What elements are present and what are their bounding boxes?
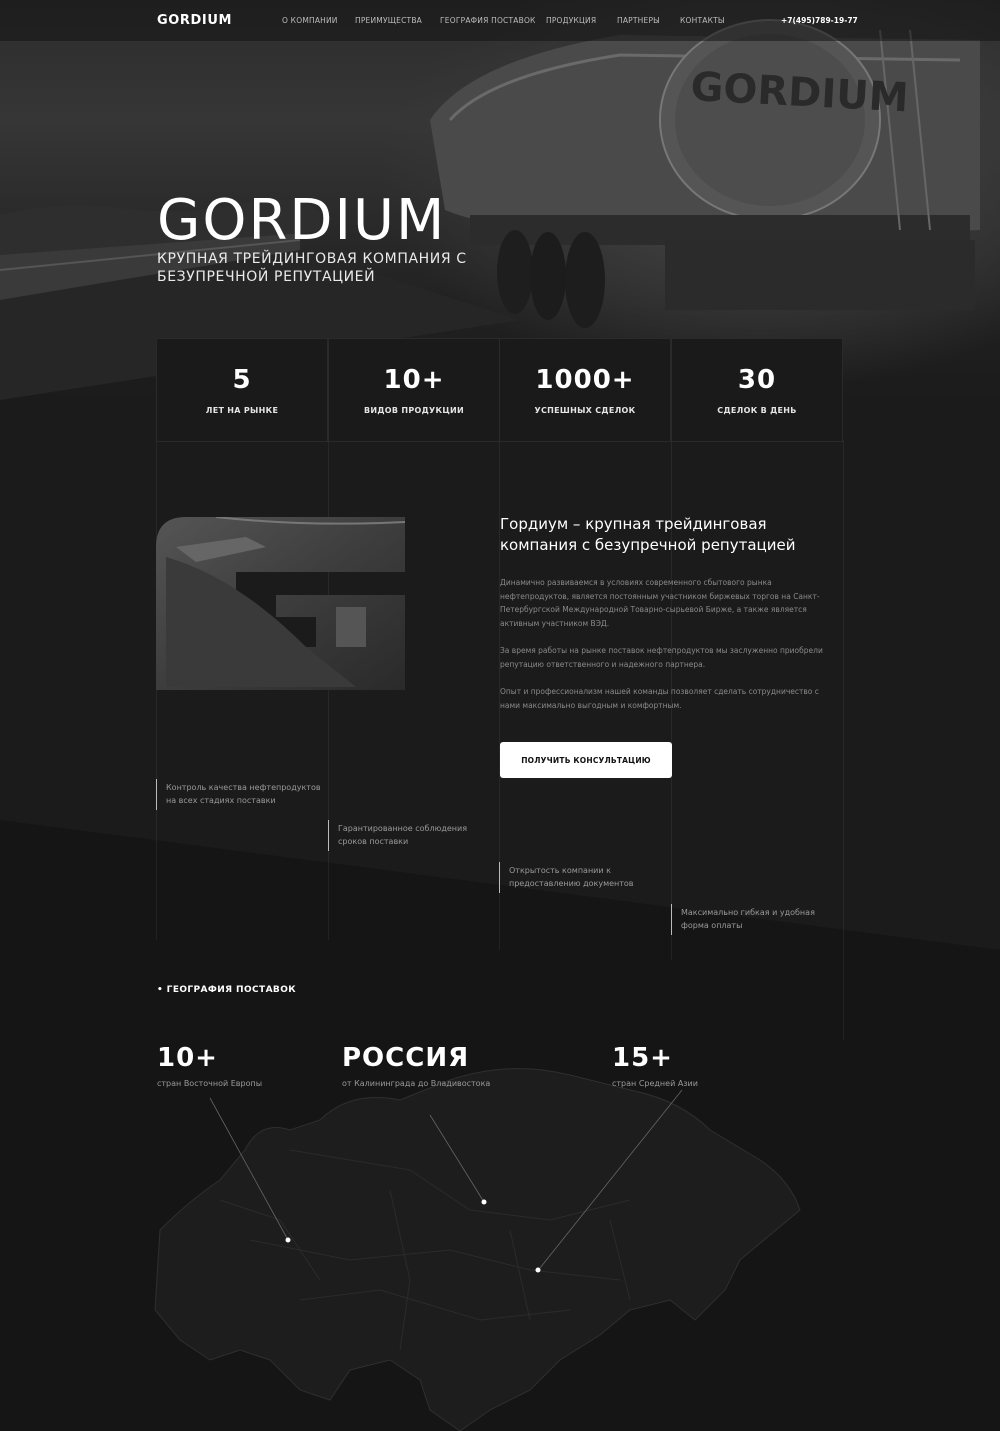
stat-label: ЛЕТ НА РЫНКЕ — [205, 406, 279, 415]
hero-title: GORDIUM — [157, 188, 447, 253]
feature-delivery-terms: Гарантированное соблюдения сроков постав… — [328, 820, 498, 851]
nav-item-advantages[interactable]: ПРЕИМУЩЕСТВА — [355, 16, 422, 25]
stat-card-years: 5 ЛЕТ НА РЫНКЕ — [156, 338, 328, 442]
stat-card-deals: 1000+ УСПЕШНЫХ СДЕЛОК — [499, 338, 671, 442]
nav-item-products[interactable]: ПРОДУКЦИЯ — [546, 16, 596, 25]
geo-desc-eastern-europe: стран Восточной Европы — [157, 1079, 263, 1088]
stat-card-products: 10+ ВИДОВ ПРОДУКЦИИ — [328, 338, 500, 442]
geo-value-russia: РОССИЯ — [342, 1043, 470, 1073]
about-paragraph: За время работы на рынке поставок нефтеп… — [500, 646, 823, 669]
about-paragraph: Опыт и профессионализм нашей команды поз… — [500, 687, 819, 710]
phone-link[interactable]: +7(495)789-19-77 — [781, 16, 858, 25]
grid-line — [156, 440, 157, 940]
stat-label: УСПЕШНЫХ СДЕЛОК — [534, 406, 636, 415]
grid-line — [328, 440, 329, 940]
stat-value: 30 — [737, 365, 777, 395]
stat-value: 1000+ — [535, 365, 635, 395]
geography-heading: • ГЕОГРАФИЯ ПОСТАВОК — [157, 985, 296, 995]
about-paragraph: Динамично развиваемся в условиях совреме… — [500, 578, 820, 628]
nav-item-partners[interactable]: ПАРТНЕРЫ — [617, 16, 660, 25]
geo-desc-central-asia: стран Средней Азии — [612, 1079, 698, 1088]
stat-label: ВИДОВ ПРОДУКЦИИ — [363, 406, 465, 415]
consultation-button[interactable]: ПОЛУЧИТЬ КОНСУЛЬТАЦИЮ — [500, 742, 672, 778]
ship-g-logo-image — [156, 517, 405, 690]
geo-value-central-asia: 15+ — [612, 1043, 673, 1073]
hero-subtitle: КРУПНАЯ ТРЕЙДИНГОВАЯ КОМПАНИЯ С БЕЗУПРЕЧ… — [157, 251, 467, 285]
nav-item-about[interactable]: О КОМПАНИИ — [282, 16, 338, 25]
geo-desc-russia: от Калининграда до Владивостока — [342, 1079, 491, 1088]
stat-value: 5 — [232, 365, 252, 395]
top-navigation: GORDIUM О КОМПАНИИ ПРЕИМУЩЕСТВА ГЕОГРАФИ… — [0, 0, 1000, 41]
geo-value-eastern-europe: 10+ — [157, 1043, 218, 1073]
stat-label: СДЕЛОК В ДЕНЬ — [717, 406, 797, 415]
feature-document-transparency: Открытость компании к предоставлению док… — [499, 862, 649, 893]
about-title: Гордиум – крупная трейдинговая компания … — [500, 515, 796, 554]
feature-payment-options: Максимально гибкая и удобная форма оплат… — [671, 904, 831, 935]
logo[interactable]: GORDIUM — [157, 13, 232, 28]
feature-quality-control: Контроль качества нефтепродуктов на всех… — [156, 779, 326, 810]
supply-map — [154, 1068, 801, 1431]
nav-item-geography[interactable]: ГЕОГРАФИЯ ПОСТАВОК — [440, 16, 536, 25]
stat-card-daily-deals: 30 СДЕЛОК В ДЕНЬ — [671, 338, 843, 442]
stat-value: 10+ — [383, 365, 445, 395]
nav-item-contacts[interactable]: КОНТАКТЫ — [680, 16, 725, 25]
